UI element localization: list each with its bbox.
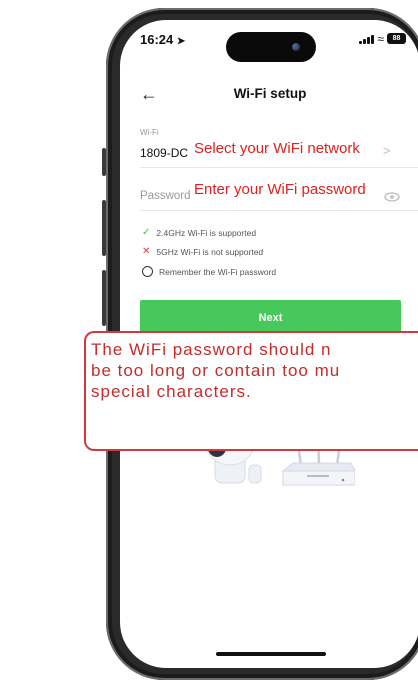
requirement-24ghz: ✓ 2.4GHz Wi-Fi is supported [142, 227, 257, 238]
wifi-ssid-value[interactable]: 1809-DC [140, 146, 188, 160]
volume-up-button [102, 200, 106, 256]
password-input[interactable]: Password [140, 190, 191, 202]
status-time: 16:24 ➤ [140, 32, 186, 47]
location-arrow-icon: ➤ [176, 36, 186, 47]
check-icon: ✓ [142, 227, 151, 238]
volume-down-button [102, 270, 106, 326]
password-warning-callout: The WiFi password should n be too long o… [84, 331, 418, 451]
password-hint: Enter your WiFi password [194, 181, 366, 198]
front-camera-icon [292, 43, 300, 51]
requirement-5ghz: ✕ 5GHz Wi-Fi is not supported [142, 246, 264, 257]
wifi-divider [140, 167, 418, 168]
cross-icon: ✕ [142, 246, 151, 257]
eye-icon[interactable] [384, 192, 400, 202]
wifi-field-label: Wi-Fi [140, 128, 159, 137]
signal-icon [359, 35, 375, 44]
select-network-hint: Select your WiFi network [194, 140, 360, 157]
chevron-right-icon[interactable]: > [383, 143, 391, 158]
home-indicator [216, 652, 326, 656]
page-title: Wi-Fi setup [233, 86, 307, 101]
status-icons: ≈ 88 [359, 32, 406, 46]
battery-icon: 88 [387, 33, 406, 44]
mute-switch [102, 148, 106, 176]
radio-button-icon[interactable] [142, 266, 153, 277]
remember-password-option[interactable]: Remember the Wi-Fi password [142, 266, 276, 277]
wifi-status-icon: ≈ [377, 32, 384, 46]
dynamic-island [226, 32, 316, 62]
password-divider [140, 210, 418, 211]
